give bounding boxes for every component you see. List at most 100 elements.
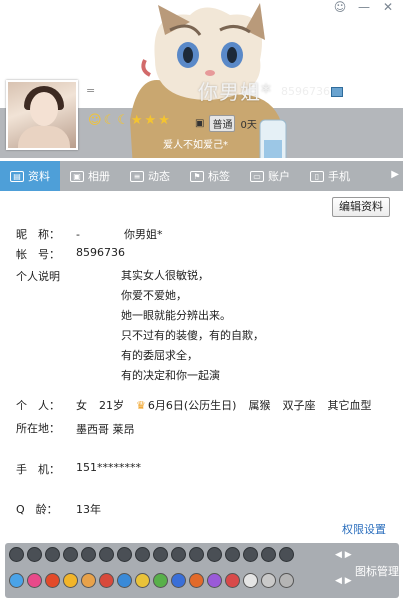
bio-line: 她一眼就能分辨出来。: [121, 309, 231, 322]
gender-value: 女: [76, 399, 87, 412]
status-bar: ▣ 普通 0天: [195, 115, 257, 132]
diamond-badge-icon[interactable]: [261, 547, 276, 562]
birthday-group: ♛ 6月6日(公历生日): [136, 397, 236, 413]
fire-badge-icon[interactable]: [225, 573, 240, 588]
pet-badge-icon[interactable]: [81, 573, 96, 588]
pet-badge-icon[interactable]: [45, 547, 60, 562]
qq-age-label: Q 龄：: [16, 503, 58, 516]
badge-row-2: [9, 573, 294, 588]
album-icon: ▣: [70, 170, 84, 182]
mobile-icon: ▯: [310, 170, 324, 182]
phone-label: 手 机：: [16, 463, 60, 476]
tab-scroll-right-icon[interactable]: ▶: [391, 169, 399, 180]
gift-badge-icon[interactable]: [63, 573, 78, 588]
tab-profile[interactable]: ▤ 资料: [0, 161, 60, 191]
music-badge-icon[interactable]: [99, 547, 114, 562]
phone-badge-icon[interactable]: [117, 547, 132, 562]
avatar-face: [30, 92, 58, 126]
photo-badge-icon[interactable]: [117, 573, 132, 588]
music-badge-icon[interactable]: [171, 573, 186, 588]
nickname-value: - 你男姐*: [76, 228, 163, 241]
penguin-badge-icon[interactable]: [99, 573, 114, 588]
feed-icon: ≡: [130, 170, 144, 182]
heart-badge-icon[interactable]: [27, 547, 42, 562]
game-badge-icon[interactable]: [153, 573, 168, 588]
diamond-badge-icon[interactable]: [279, 547, 294, 562]
age-value: 21岁: [99, 399, 124, 412]
lock-badge-icon[interactable]: [243, 547, 258, 562]
moon-level-icon: ☾: [117, 113, 129, 128]
tab-feed[interactable]: ≡ 动态: [120, 161, 180, 191]
bio-label: 个人说明: [16, 270, 60, 283]
badge-row-1-scroll-icon[interactable]: ◀ ▶: [335, 550, 352, 560]
star-level-icon: ★: [144, 113, 157, 128]
avatar-body: [18, 126, 70, 148]
star-sign-value: 双子座: [282, 399, 316, 412]
diamond-badge-icon[interactable]: [225, 547, 240, 562]
diamond-badge-icon[interactable]: [153, 547, 168, 562]
phone-value: 151********: [76, 461, 141, 474]
heart-badge-icon[interactable]: [9, 547, 24, 562]
bio-line: 有的委屈求全，: [121, 349, 198, 362]
tab-album[interactable]: ▣ 相册: [60, 161, 120, 191]
profile-nickname: 你男姐*: [198, 80, 272, 104]
tab-mobile[interactable]: ▯ 手机: [300, 161, 360, 191]
window-controls: ☺ — ✕: [333, 0, 395, 14]
star-level-icon: ★: [158, 113, 170, 128]
bio-line: 你爱不爱她，: [121, 289, 187, 302]
diamond-badge-icon[interactable]: [189, 547, 204, 562]
tab-label: 标签: [208, 170, 230, 183]
diamond-badge-icon[interactable]: [207, 547, 222, 562]
level-icons: ☺ ☾ ☾ ★ ★ ★: [88, 113, 170, 128]
crown-icon: ♛: [136, 398, 146, 412]
account-value: 8596736: [76, 246, 125, 259]
qq-badge-icon[interactable]: [9, 573, 24, 588]
icon-manage-link[interactable]: 图标管理: [355, 563, 399, 579]
flag-badge-icon[interactable]: [45, 573, 60, 588]
edit-profile-button[interactable]: 编辑资料: [332, 197, 390, 217]
star-level-icon: ★: [130, 113, 143, 128]
game-badge-icon[interactable]: [81, 547, 96, 562]
bio-line: 有的决定和你一起演: [121, 369, 220, 382]
vcard-icon[interactable]: [331, 87, 343, 97]
app-badge-icon[interactable]: [27, 573, 42, 588]
bio-line: 其实女人很敏锐，: [121, 269, 209, 282]
profile-card-icon: ▤: [10, 170, 24, 182]
blood-type-value: 其它血型: [327, 399, 372, 412]
profile-header: ☺ — ✕ = 你男姐* 8596736 ☺ ☾ ☾ ★ ★ ★ ▣ 普通 0天…: [0, 0, 403, 160]
sun-level-icon: ☺: [88, 113, 102, 128]
minimize-icon[interactable]: —: [357, 0, 371, 14]
status-badge[interactable]: 普通: [209, 115, 236, 132]
moon-level-icon: ☾: [103, 113, 116, 128]
location-value: 墨西哥 莱昂: [76, 423, 135, 436]
badge-row-2-scroll-icon[interactable]: ◀ ▶: [335, 576, 352, 586]
wallet-icon: ▭: [250, 170, 264, 182]
tab-label: 账户: [268, 170, 290, 183]
bird-badge-icon[interactable]: [135, 547, 150, 562]
active-days: 0天: [240, 120, 257, 131]
chat-badge-icon[interactable]: [261, 573, 276, 588]
star-badge-icon[interactable]: [243, 573, 258, 588]
diamond-badge-icon[interactable]: [171, 547, 186, 562]
close-icon[interactable]: ✕: [381, 0, 395, 14]
nickname-prefix: =: [86, 84, 96, 97]
qq-age-value: 13年: [76, 503, 101, 516]
shopping-badge-icon[interactable]: [207, 573, 222, 588]
nickname-label: 昵 称：: [16, 228, 60, 241]
badge-icon-panel: ◀ ▶ ◀ ▶ 图标管理: [5, 543, 399, 598]
tab-account[interactable]: ▭ 账户: [240, 161, 300, 191]
avatar[interactable]: [6, 80, 78, 150]
skin-icon[interactable]: ☺: [333, 0, 347, 14]
video-badge-icon[interactable]: [189, 573, 204, 588]
tab-label: 手机: [328, 170, 350, 183]
badge-row-1: [9, 547, 294, 562]
tab-tags[interactable]: ⚑ 标签: [180, 161, 240, 191]
personal-details: 女 21岁 ♛ 6月6日(公历生日) 属猴 双子座 其它血型: [76, 397, 371, 413]
status-chip-icon: ▣: [195, 118, 205, 129]
permission-settings-link[interactable]: 权限设置: [342, 521, 386, 537]
mail-badge-icon[interactable]: [135, 573, 150, 588]
zodiac-value: 属猴: [248, 399, 271, 412]
shield-badge-icon[interactable]: [63, 547, 78, 562]
location-label: 所在地：: [16, 422, 60, 435]
more-badge-icon[interactable]: [279, 573, 294, 588]
